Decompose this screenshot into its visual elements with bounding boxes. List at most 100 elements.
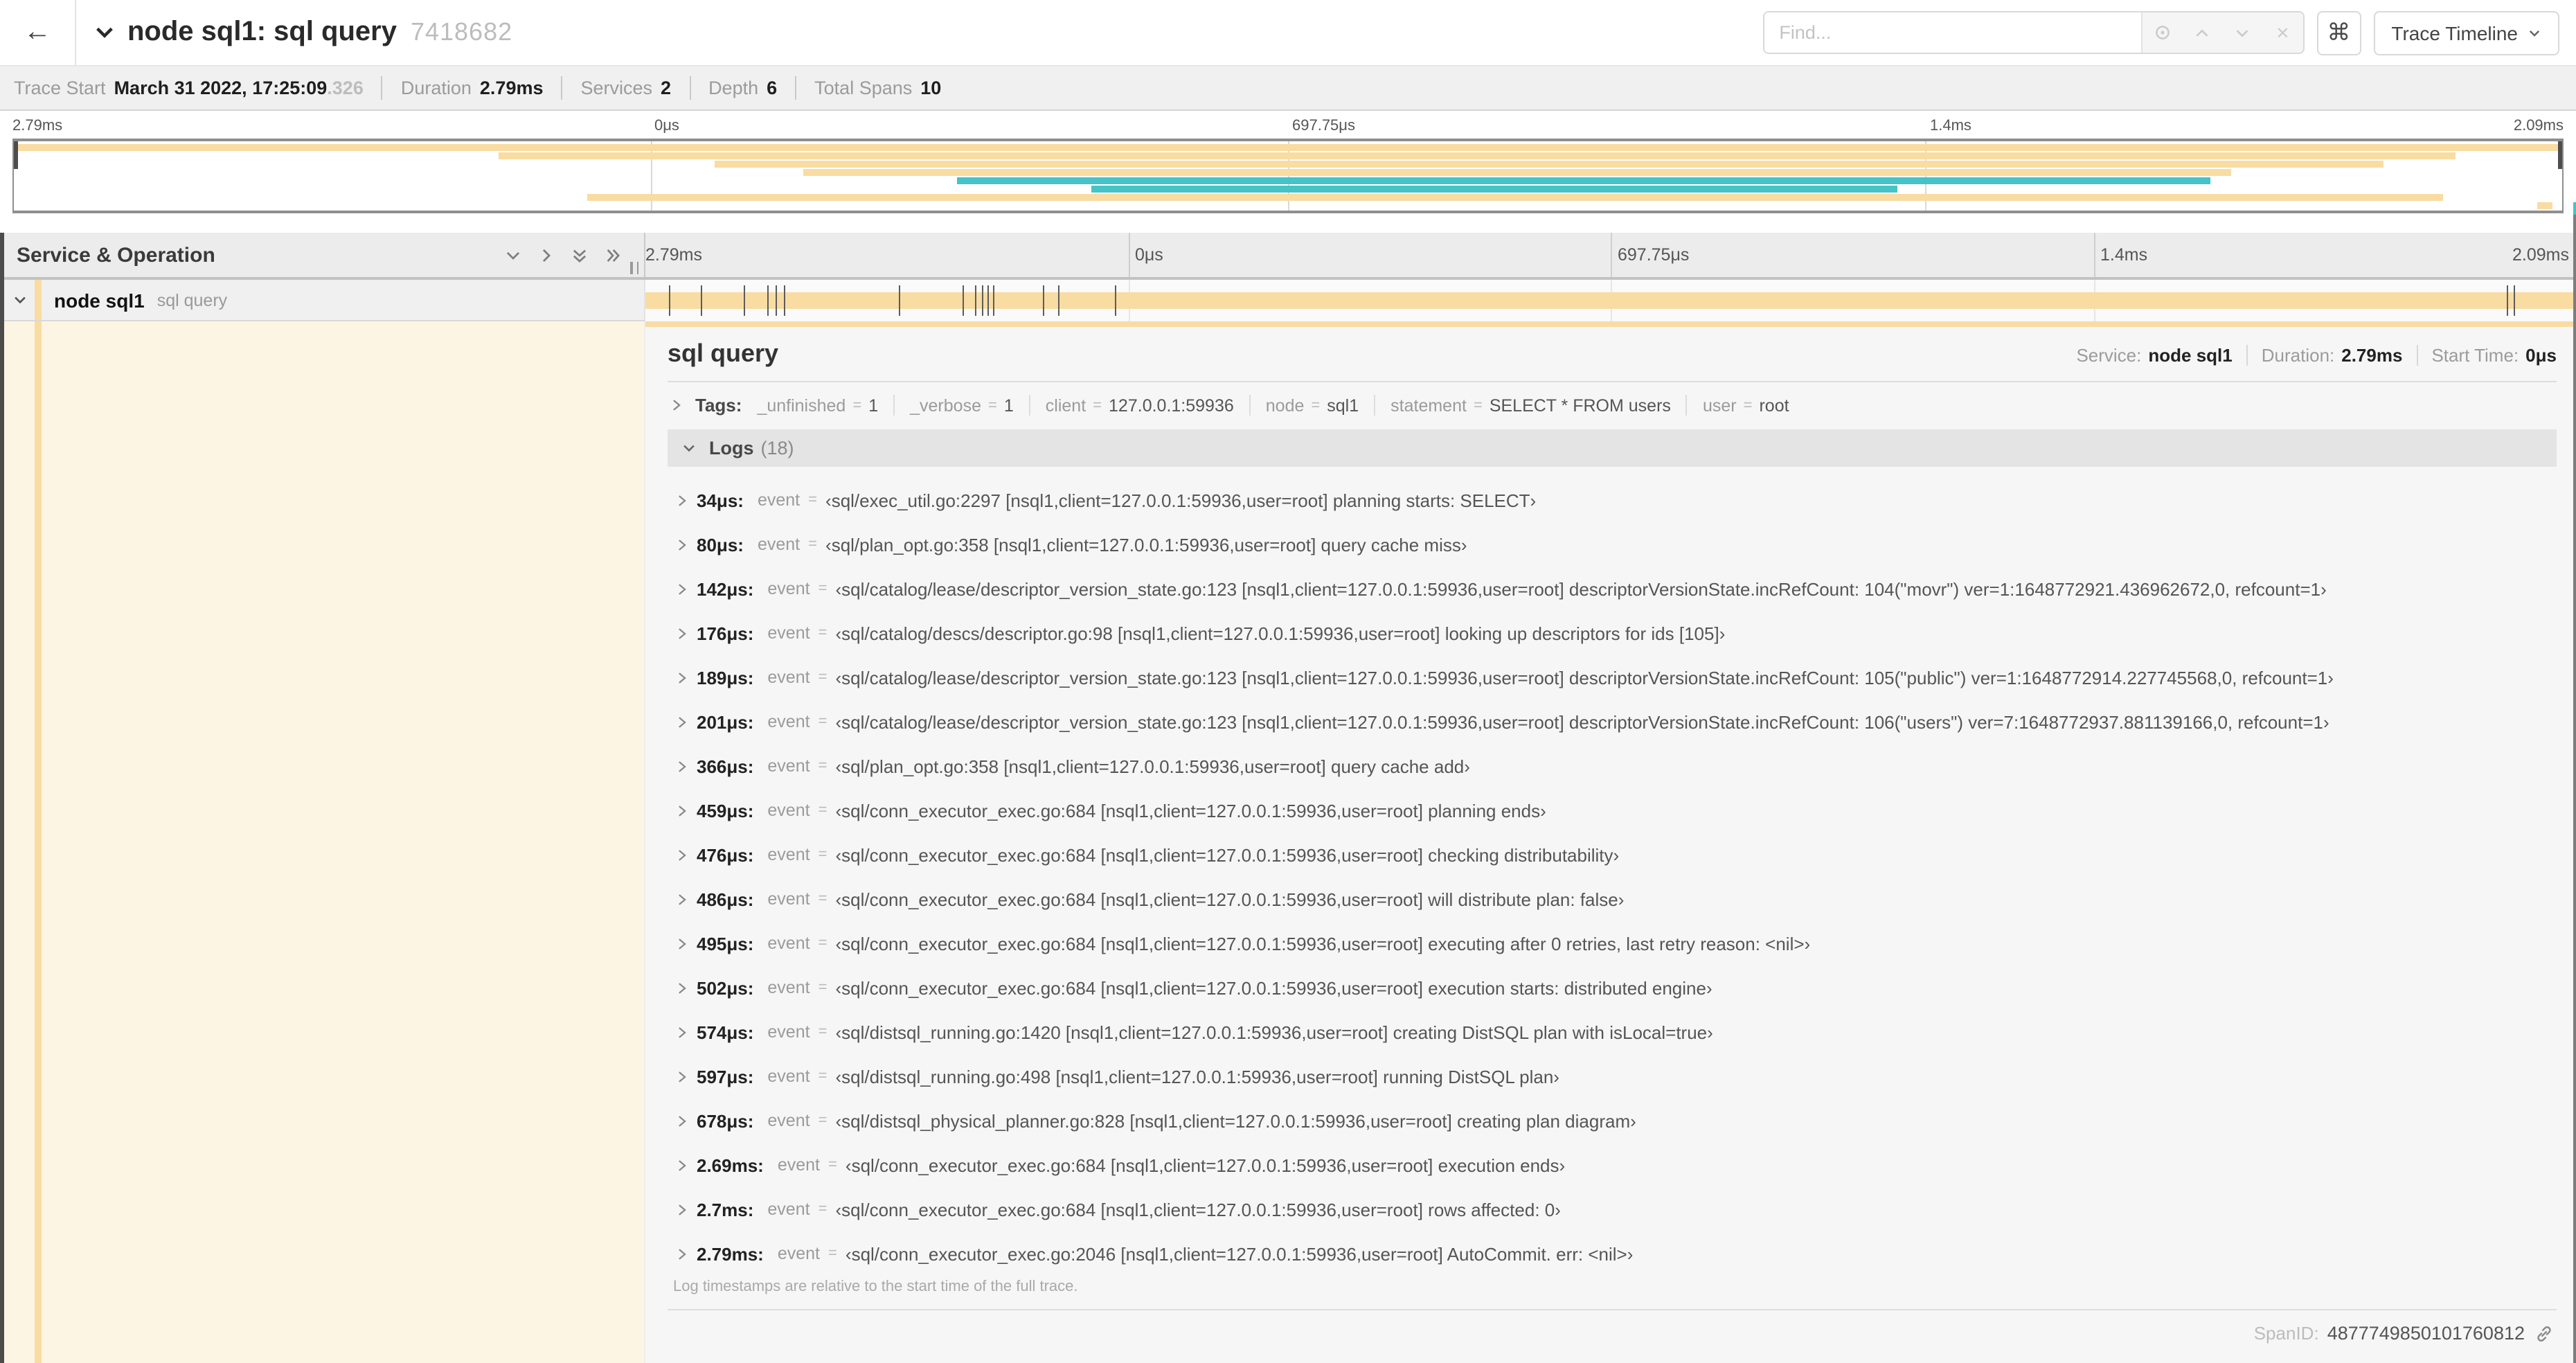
ruler-tick-label: 2.79ms: [645, 245, 702, 265]
log-field-name: event: [767, 801, 810, 820]
collapse-all-button[interactable]: [571, 246, 589, 264]
log-timestamp: 2.79ms:: [697, 1243, 764, 1264]
log-value: ‹sql/catalog/lease/descriptor_version_st…: [835, 578, 2327, 599]
log-row[interactable]: 142μs: event = ‹sql/catalog/lease/descri…: [676, 567, 2557, 611]
log-field-name: event: [767, 756, 810, 776]
expand-all-button[interactable]: [604, 246, 622, 264]
tag-item: node = sql1: [1249, 395, 1359, 416]
trace-minimap: 0μs 697.75μs 1.4ms 2.09ms 2.79ms: [12, 111, 2564, 213]
span-service-name: node sql1: [54, 289, 145, 311]
trace-page: ← node sql1: sql query 7418682 Find... ✕…: [0, 0, 2576, 1363]
log-row[interactable]: 495μs: event = ‹sql/conn_executor_exec.g…: [676, 921, 2557, 965]
logs-count: (18): [760, 438, 794, 458]
logs-header[interactable]: Logs (18): [668, 429, 2557, 467]
span-log-tick: [767, 285, 769, 316]
equals-sign: =: [818, 1068, 828, 1085]
span-log-tick: [2507, 285, 2509, 316]
equals-sign: =: [1743, 397, 1753, 413]
log-row[interactable]: 502μs: event = ‹sql/conn_executor_exec.g…: [676, 965, 2557, 1010]
trace-title-group[interactable]: node sql1: sql query 7418682: [94, 17, 512, 48]
next-match-button[interactable]: [2222, 12, 2262, 53]
span-duration-bar[interactable]: [645, 292, 2576, 309]
log-field-name: event: [767, 668, 810, 687]
right-scrollbar[interactable]: [2573, 202, 2576, 1363]
span-detail-panel: sql query Service: node sql1 Duration: 2…: [645, 321, 2576, 1363]
chevron-right-icon: [676, 758, 697, 774]
chevron-right-icon: [676, 581, 697, 596]
span-name-cell[interactable]: node sql1 sql query: [0, 280, 645, 321]
log-timestamp: 142μs:: [697, 578, 754, 599]
prev-match-button[interactable]: [2182, 12, 2222, 53]
collapse-chevron-down-icon[interactable]: [94, 22, 115, 43]
back-button[interactable]: ←: [0, 0, 76, 65]
log-field-name: event: [767, 1200, 810, 1219]
log-row[interactable]: 476μs: event = ‹sql/conn_executor_exec.g…: [676, 832, 2557, 877]
tags-row[interactable]: Tags: _unfinished = 1 _verbose = 1 clien…: [668, 382, 2557, 429]
log-row[interactable]: 2.79ms: event = ‹sql/conn_executor_exec.…: [676, 1231, 2557, 1276]
log-row[interactable]: 597μs: event = ‹sql/distsql_running.go:4…: [676, 1054, 2557, 1098]
log-row[interactable]: 486μs: event = ‹sql/conn_executor_exec.g…: [676, 877, 2557, 921]
summary-label: Services: [580, 78, 653, 98]
expand-collapse-controls: [504, 246, 622, 264]
span-bar-cell[interactable]: [645, 280, 2576, 321]
tag-key: _unfinished: [757, 395, 846, 415]
chevron-right-icon: [676, 891, 697, 907]
tags-label: Tags:: [695, 395, 742, 416]
column-resizer-grip[interactable]: [630, 262, 638, 274]
span-log-tick: [898, 285, 900, 316]
log-value: ‹sql/conn_executor_exec.go:684 [nsql1,cl…: [835, 800, 1546, 821]
minimap-span-bar: [956, 177, 2211, 185]
ruler-tick-label: 2.09ms: [2512, 245, 2569, 265]
log-field-name: event: [767, 1022, 810, 1042]
log-row[interactable]: 2.7ms: event = ‹sql/conn_executor_exec.g…: [676, 1187, 2557, 1231]
scrollbar-teal-segment: [2573, 202, 2576, 215]
equals-sign: =: [808, 536, 818, 553]
log-row[interactable]: 34μs: event = ‹sql/exec_util.go:2297 [ns…: [676, 478, 2557, 522]
viewport-start-handle[interactable]: [14, 141, 18, 169]
left-scrollbar[interactable]: [0, 233, 3, 1363]
log-row[interactable]: 574μs: event = ‹sql/distsql_running.go:1…: [676, 1010, 2557, 1054]
log-row[interactable]: 366μs: event = ‹sql/plan_opt.go:358 [nsq…: [676, 744, 2557, 788]
equals-sign: =: [828, 1245, 837, 1262]
tag-item: statement = SELECT * FROM users: [1374, 395, 1671, 416]
log-timestamp: 2.7ms:: [697, 1199, 754, 1220]
viewport-end-handle[interactable]: [2558, 141, 2562, 169]
equals-sign: =: [988, 397, 997, 413]
page-title: node sql1: sql query: [127, 17, 397, 47]
equals-sign: =: [818, 625, 828, 641]
expand-one-button[interactable]: [537, 246, 555, 264]
minimap-canvas[interactable]: [12, 139, 2564, 213]
log-row[interactable]: 201μs: event = ‹sql/catalog/lease/descri…: [676, 700, 2557, 744]
log-row[interactable]: 189μs: event = ‹sql/catalog/lease/descri…: [676, 655, 2557, 700]
detail-meta-value: 2.79ms: [2341, 345, 2403, 366]
log-row[interactable]: 459μs: event = ‹sql/conn_executor_exec.g…: [676, 788, 2557, 832]
find-input[interactable]: [1764, 12, 2141, 53]
log-row[interactable]: 80μs: event = ‹sql/plan_opt.go:358 [nsql…: [676, 522, 2557, 567]
log-row[interactable]: 678μs: event = ‹sql/distsql_physical_pla…: [676, 1098, 2557, 1143]
tag-value: 127.0.0.1:59936: [1109, 395, 1234, 415]
minimap-span-bar: [715, 160, 2384, 168]
log-row[interactable]: 2.69ms: event = ‹sql/conn_executor_exec.…: [676, 1143, 2557, 1187]
log-timestamp: 502μs:: [697, 977, 754, 998]
log-row[interactable]: 176μs: event = ‹sql/catalog/descs/descri…: [676, 611, 2557, 655]
keyboard-shortcuts-button[interactable]: ⌘: [2316, 10, 2361, 55]
top-bar: ← node sql1: sql query 7418682 Find... ✕…: [0, 0, 2576, 65]
log-value: ‹sql/distsql_running.go:498 [nsql1,clien…: [835, 1066, 1559, 1087]
clear-find-button[interactable]: ✕: [2262, 12, 2302, 53]
span-id-label: SpanID:: [2253, 1323, 2319, 1344]
deep-link-icon[interactable]: [2534, 1324, 2554, 1343]
log-timestamp: 459μs:: [697, 800, 754, 821]
logs-section: Logs (18) 34μs: event = ‹sql/exec_util.g…: [668, 429, 2557, 1310]
tag-item: user = root: [1685, 395, 1789, 416]
log-timestamp: 80μs:: [697, 534, 744, 555]
minimap-time-label: 2.79ms: [12, 118, 63, 134]
chevron-down-icon[interactable]: [12, 292, 35, 308]
equals-sign: =: [818, 935, 828, 952]
focus-match-button[interactable]: [2142, 12, 2182, 53]
minimap-time-label: 0μs: [654, 118, 679, 134]
view-selector-button[interactable]: Trace Timeline: [2373, 10, 2559, 55]
log-timestamp: 597μs:: [697, 1066, 754, 1087]
summary-item: Trace Start March 31 2022, 17:25:09 .326: [14, 78, 364, 98]
close-icon: ✕: [2275, 23, 2290, 42]
collapse-one-button[interactable]: [504, 246, 522, 264]
